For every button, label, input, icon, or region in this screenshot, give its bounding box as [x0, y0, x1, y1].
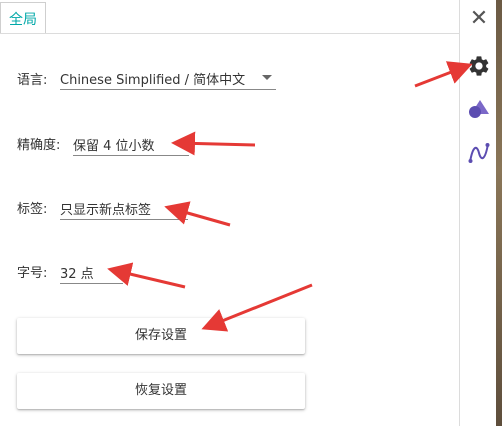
rounding-label: 精确度:	[17, 138, 61, 153]
labeling-label: 标签:	[17, 202, 48, 217]
chevron-down-icon	[174, 205, 184, 210]
rounding-select-value: 保留 4 位小数	[73, 139, 155, 154]
tab-global-label: 全局	[9, 12, 37, 28]
language-select-value: Chinese Simplified / 简体中文	[60, 73, 246, 88]
rounding-select[interactable]: 保留 4 位小数	[73, 133, 189, 156]
font-size-select-value: 32 点	[60, 267, 94, 282]
chevron-down-icon	[109, 269, 119, 274]
chevron-down-icon	[175, 141, 185, 146]
sidebar	[460, 40, 496, 426]
language-label: 语言:	[17, 73, 48, 88]
font-size-select[interactable]: 32 点	[60, 261, 123, 284]
font-size-label: 字号:	[17, 266, 48, 281]
tab-global[interactable]: 全局	[0, 2, 46, 33]
labeling-select[interactable]: 只显示新点标签	[60, 197, 188, 220]
chevron-down-icon	[262, 75, 272, 80]
close-icon[interactable]: ✕	[468, 8, 490, 30]
gear-icon[interactable]	[467, 54, 491, 78]
function-graph-icon[interactable]	[467, 141, 491, 165]
labeling-select-value: 只显示新点标签	[60, 203, 152, 218]
settings-panel: 全局 语言: Chinese Simplified / 简体中文 精确度: 保留…	[0, 0, 460, 426]
geometry-shapes-icon[interactable]	[467, 97, 491, 121]
tab-divider	[0, 33, 459, 34]
background-desktop-strip	[496, 0, 502, 426]
save-settings-button[interactable]: 保存设置	[17, 318, 305, 354]
restore-settings-button[interactable]: 恢复设置	[17, 373, 305, 409]
language-select[interactable]: Chinese Simplified / 简体中文	[60, 67, 276, 90]
